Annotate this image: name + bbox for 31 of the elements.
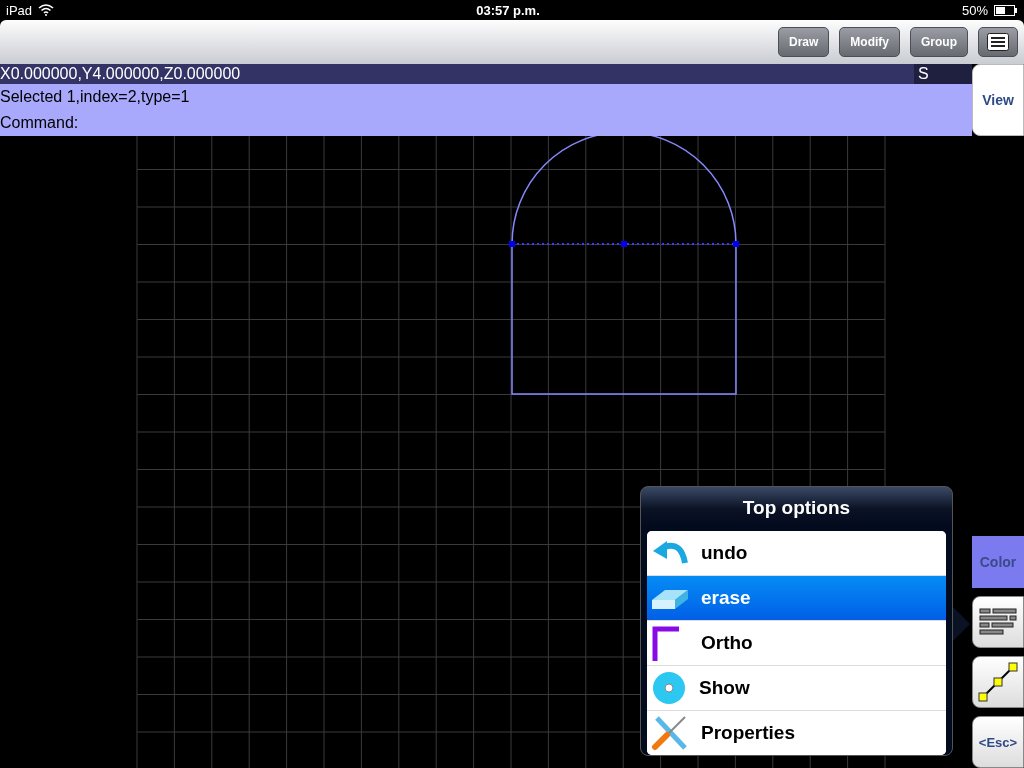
esc-button[interactable]: <Esc> (972, 716, 1024, 768)
menu-item-label: Properties (701, 722, 795, 744)
view-button[interactable]: View (972, 64, 1024, 136)
layers-button[interactable] (972, 596, 1024, 648)
menu-item-label: undo (701, 542, 748, 564)
toolbar-button[interactable]: Group (910, 27, 968, 57)
tools-icon (651, 714, 689, 752)
battery-icon (994, 4, 1018, 16)
menu-item-label: Show (699, 677, 750, 699)
popover-title: Top options (742, 496, 851, 520)
line-points-icon (977, 661, 1019, 703)
line-tool-button[interactable] (972, 656, 1024, 708)
command-line: Command: (0, 114, 80, 132)
menu-item[interactable]: Properties (647, 710, 946, 755)
drawing-canvas[interactable]: Top options undo erase Ortho Show Properties Color <Esc> (0, 136, 1024, 768)
clock-time: 03:57 p.m. (476, 2, 540, 18)
menu-item-label: Ortho (701, 632, 753, 654)
carrier-label: iPad (6, 2, 33, 18)
menu-icon (987, 33, 1009, 51)
menu-item[interactable]: erase (647, 575, 946, 620)
disc-icon (651, 670, 687, 706)
battery-percent: 50% (961, 2, 988, 18)
menu-item-label: erase (701, 587, 751, 609)
toolbar-button[interactable]: Modify (839, 27, 900, 57)
snap-indicator: S (914, 64, 972, 84)
coordinates-readout: X0.000000,Y4.000000,Z0.000000 (0, 64, 242, 84)
toolbar-button[interactable]: Draw (778, 27, 830, 57)
menu-button[interactable] (978, 27, 1018, 57)
wifi-icon (38, 4, 55, 16)
text-lines-icon (978, 606, 1018, 638)
command-line: Selected 1,index=2,type=1 (0, 88, 191, 106)
